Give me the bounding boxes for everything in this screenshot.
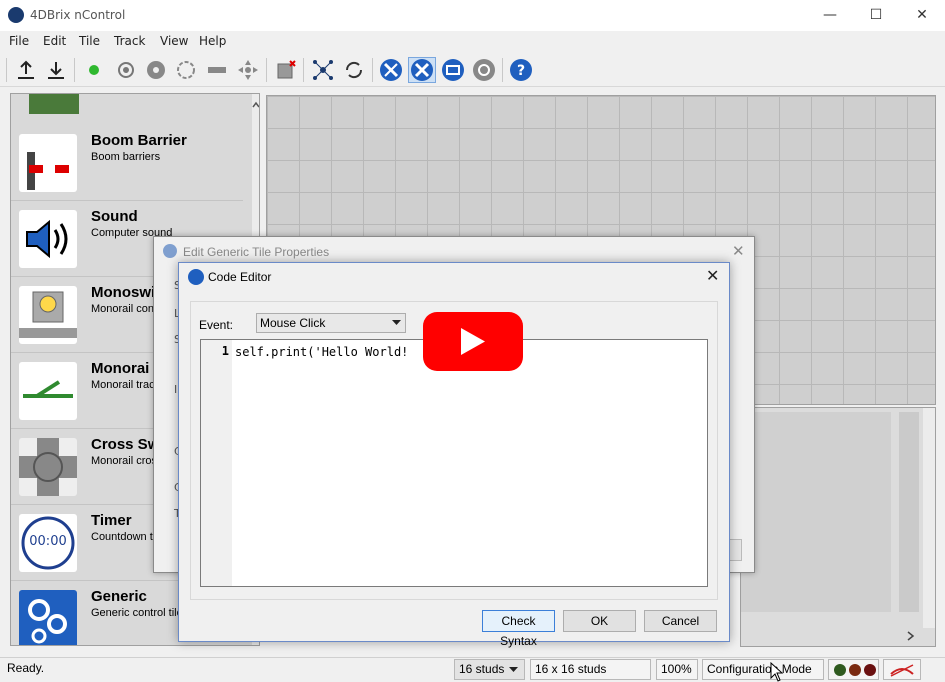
loop-icon[interactable] [172,57,200,83]
palette-item-subtitle: Monorail cont [91,303,158,315]
event-select[interactable]: Mouse Click [256,313,406,333]
palette-item-title: Generic [91,588,147,605]
fan-icon[interactable] [142,57,170,83]
mouse-cursor-icon [770,662,784,682]
cancel-button[interactable]: Cancel [644,610,717,632]
dialog-title: Code Editor [208,270,272,284]
event-select-value: Mouse Click [260,316,326,330]
code-editor-area[interactable]: 1 self.print('Hello World! [200,339,708,587]
upload-icon[interactable] [12,57,40,83]
studs-select[interactable]: 16 studs [454,659,525,680]
dialog-app-icon [163,244,177,258]
network-icon[interactable] [309,57,337,83]
menu-tile[interactable]: Tile [79,34,100,48]
gears-icon [19,590,77,645]
preview-area [741,412,891,612]
preview-strip [899,412,919,612]
palette-item-subtitle: Monorail track [91,379,161,391]
mode-field[interactable]: Configuration Mode [702,659,824,680]
palette-item-subtitle: Countdown ti [91,531,156,543]
menu-track[interactable]: Track [114,34,145,48]
toolbar-grip [6,58,7,82]
boom-barrier-icon [19,134,77,192]
move-icon[interactable] [234,57,262,83]
palette-item-title: Monoswi [91,284,156,301]
help-icon[interactable]: ? [507,57,535,83]
toolbar-separator [502,58,503,82]
studs-select-value: 16 studs [459,662,505,676]
traffic-lights [828,659,879,680]
preview-panel [740,407,936,647]
code-line: self.print('Hello World! [235,345,409,359]
toolbar-separator [303,58,304,82]
delete-tile-icon[interactable] [272,57,300,83]
app-logo-icon [8,7,24,23]
palette-item-title: Boom Barrier [91,132,187,149]
title-bar: 4DBrix nControl — ☐ ✕ [0,0,945,31]
dialog-title: Edit Generic Tile Properties [183,245,330,259]
wrench-icon[interactable] [408,57,436,83]
close-button[interactable]: ✕ [899,0,945,31]
palette-item-title: Sound [91,208,138,225]
speaker-icon [19,210,77,268]
app-title: 4DBrix nControl [30,8,126,22]
maximize-button[interactable]: ☐ [853,0,899,31]
status-text: Ready. [7,661,45,675]
palette-item-title: Cross Sw [91,436,160,453]
timer-icon: 00:00 [19,514,77,572]
download-icon[interactable] [42,57,70,83]
green-dot-icon[interactable] [80,57,108,83]
chevron-right-icon[interactable] [905,630,917,642]
timer-display: 00:00 [29,534,67,549]
dialog-close-button[interactable]: ✕ [732,242,745,260]
palette-item-subtitle: Generic control tile [91,607,183,619]
tile-top-partial [29,94,79,114]
menu-help[interactable]: Help [199,34,226,48]
minimize-button[interactable]: — [807,0,853,31]
palette-item-boom-barrier[interactable]: Boom Barrier Boom barriers [11,125,243,201]
palette-item-title: Timer [91,512,132,529]
signal-icon [883,659,921,680]
field-label: I [174,383,178,396]
monorail-switch-icon [19,286,77,344]
chevron-down-icon [509,667,518,672]
toolbar-separator [266,58,267,82]
video-play-icon[interactable] [423,312,523,371]
cross-switch-icon [19,438,77,496]
svg-text:?: ? [517,63,525,79]
gear-icon[interactable] [470,57,498,83]
toolbar-separator [74,58,75,82]
toolbar-separator [372,58,373,82]
preview-scrollbar[interactable] [923,408,935,628]
monorail-track-icon [19,362,77,420]
palette-item-subtitle: Monorail cros [91,455,158,467]
target-icon[interactable] [112,57,140,83]
palette-item-subtitle: Boom barriers [91,151,161,163]
tools-icon[interactable] [377,57,405,83]
menu-file[interactable]: File [9,34,29,48]
dialog-close-button[interactable]: ✕ [706,266,719,285]
partial-button[interactable] [728,539,742,561]
line-number: 1 [221,344,229,358]
screen-icon[interactable] [439,57,467,83]
line-gutter: 1 [201,340,232,586]
check-syntax-button[interactable]: Check Syntax [482,610,555,648]
rail-icon[interactable] [203,57,231,83]
dialog-app-icon [188,269,204,285]
event-label: Event: [199,318,234,332]
menu-view[interactable]: View [160,34,188,48]
menu-edit[interactable]: Edit [43,34,66,48]
refresh-icon[interactable] [340,57,368,83]
ok-button[interactable]: OK [563,610,636,632]
grid-size-field: 16 x 16 studs [530,659,651,680]
zoom-field: 100% [656,659,698,680]
palette-item-title: Monorai [91,360,150,377]
chevron-down-icon [392,320,401,325]
